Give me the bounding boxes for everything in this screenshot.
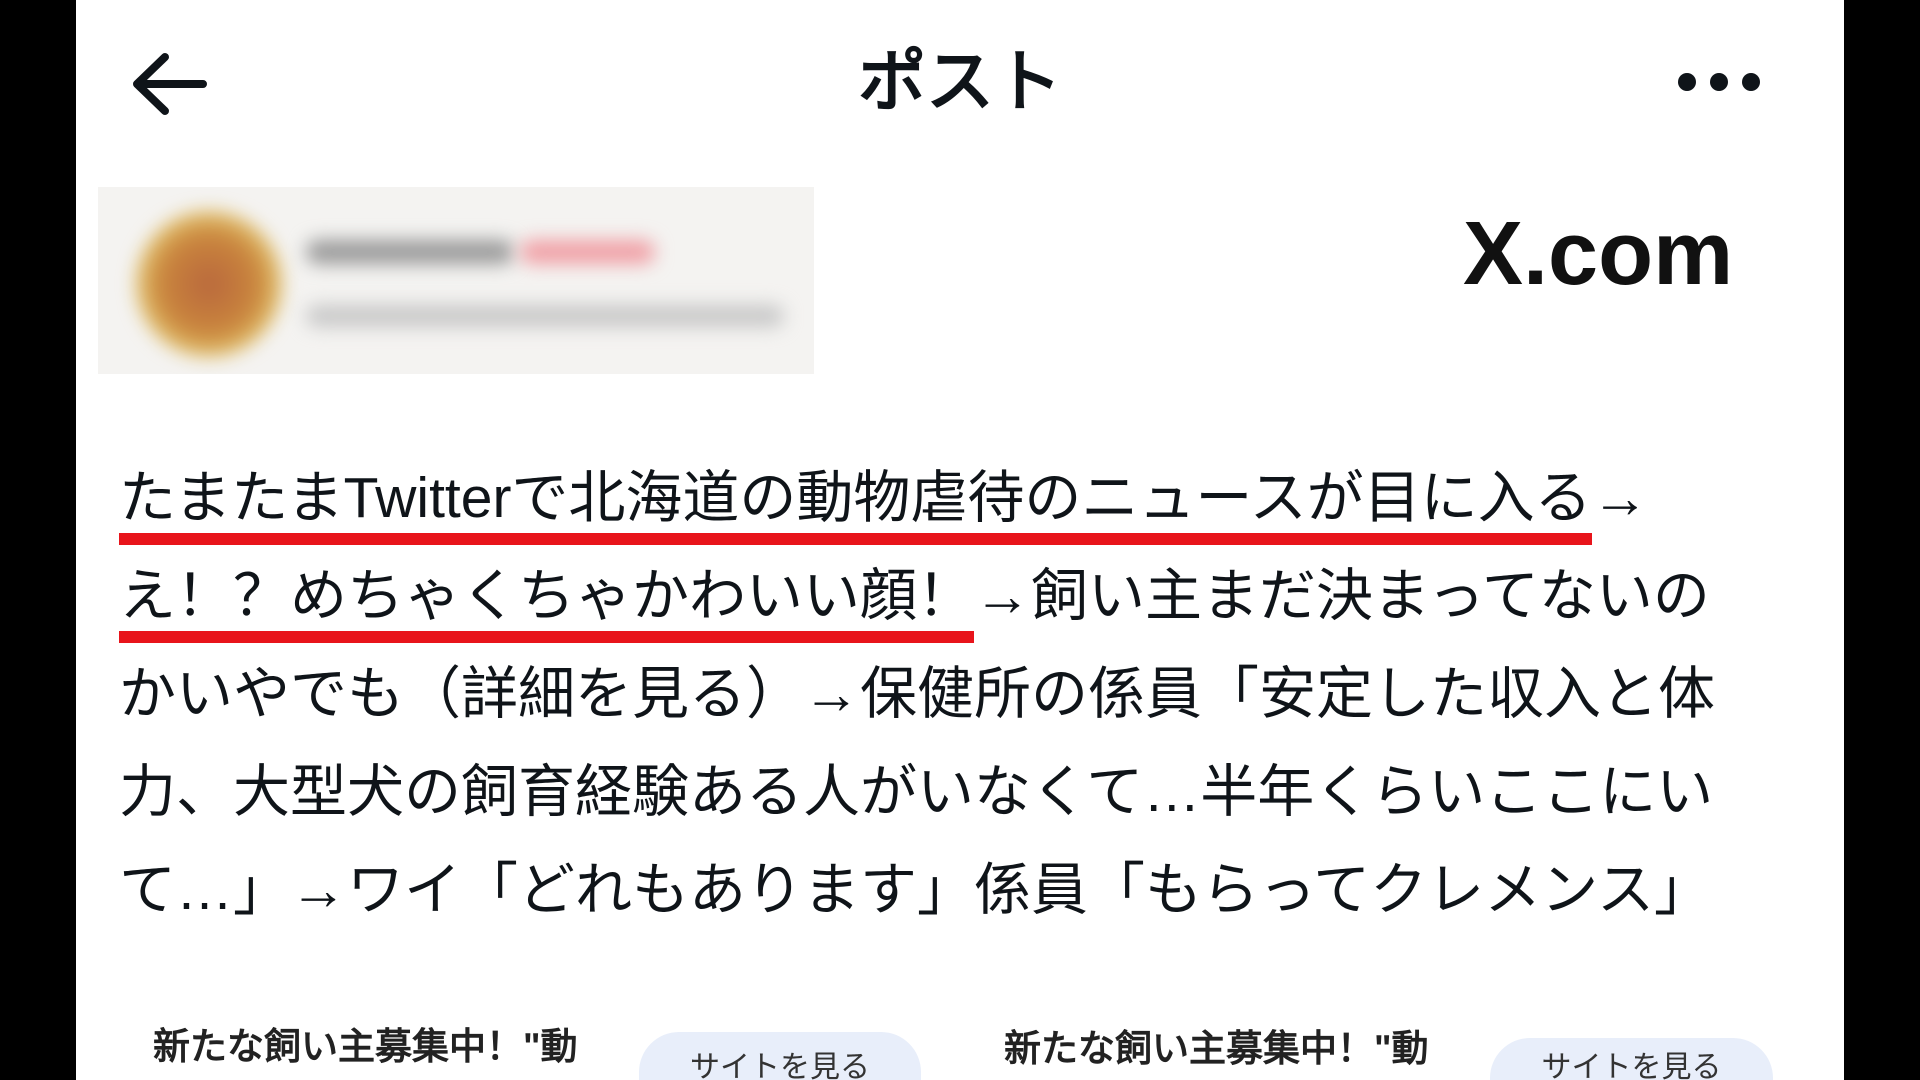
post-text-line: たまたまTwitterで北海道の動物虐待のニュースが目に入る→ [119,449,1839,547]
page-title: ポスト [857,44,1062,120]
blurred-display-name-badge [520,240,655,264]
post-text-segment: →飼い主まだ決まってないの [974,564,1710,628]
post-text-line: え！？めちゃくちゃかわいい顔！→飼い主まだ決まってないの [119,547,1839,645]
more-horizontal-icon-dot [1710,73,1728,91]
blurred-user-handle [306,305,784,327]
blurred-display-name [306,240,514,264]
ad-card-text: 新たな飼い主募集中！"動 [1004,1028,1429,1069]
more-options-button[interactable] [1674,70,1764,94]
ad-card-text: 新たな飼い主募集中！"動 [153,1026,578,1067]
post-screen: ポスト X.com たまたまTwitterで北海道の動物虐待のニュースが目に入る… [76,0,1844,1080]
more-horizontal-icon-dot [1742,73,1760,91]
visit-site-button[interactable]: サイトを見る [1490,1038,1773,1080]
post-text-line: て…」→ワイ「どれもあります」係員「もらってクレメンス」 [119,858,1712,922]
blurred-author-info [98,187,814,374]
post-text-segment: → [1591,466,1649,530]
highlighted-text: たまたまTwitterで北海道の動物虐待のニュースが目に入る [119,449,1592,547]
visit-site-button[interactable]: サイトを見る [639,1032,921,1080]
more-horizontal-icon [1678,73,1696,91]
avatar [136,211,282,357]
post-text-line: かいやでも（詳細を見る）→保健所の係員「安定した収入と体 [119,662,1715,726]
post-text-line: 力、大型犬の飼育経験ある人がいなくて…半年くらいここにい [119,760,1714,824]
x-com-watermark: X.com [1463,204,1734,304]
highlighted-text: え！？めちゃくちゃかわいい顔！ [119,547,974,645]
